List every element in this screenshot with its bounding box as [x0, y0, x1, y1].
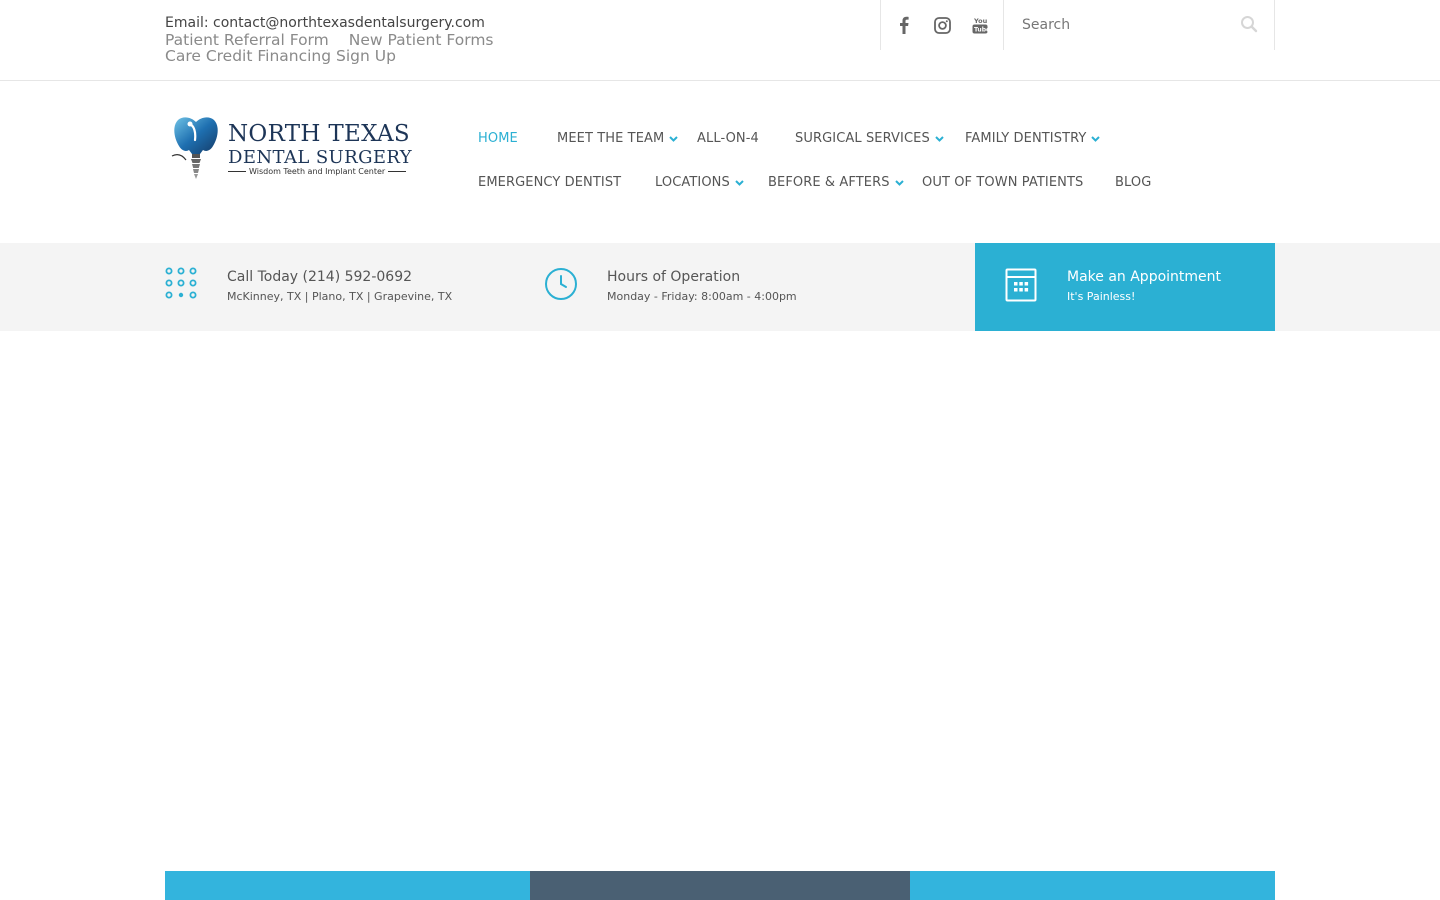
- email-text[interactable]: Email: contact@northtexasdentalsurgery.c…: [165, 15, 494, 32]
- nav-home-label: HOME: [478, 131, 518, 146]
- top-links-row-1: Patient Referral Form New Patient Forms: [165, 32, 494, 48]
- nav-surgical-services-label: SURGICAL SERVICES: [795, 131, 930, 146]
- logo-title-line-1: NORTH TEXAS: [228, 121, 410, 147]
- top-contact-area: Email: contact@northtexasdentalsurgery.c…: [165, 15, 494, 64]
- appointment-subtitle: It's Painless!: [1067, 290, 1136, 303]
- tagline-rule-left: [228, 171, 246, 172]
- hours-title: Hours of Operation: [607, 269, 741, 285]
- site-logo[interactable]: NORTH TEXAS DENTAL SURGERY Wisdom Teeth …: [170, 116, 415, 182]
- nav-locations-label: LOCATIONS: [655, 175, 730, 190]
- make-appointment-button[interactable]: Make an Appointment It's Painless!: [975, 243, 1275, 331]
- logo-tagline-text: Wisdom Teeth and Implant Center: [249, 167, 386, 176]
- top-bar: Email: contact@northtexasdentalsurgery.c…: [0, 0, 1440, 81]
- locations-text: McKinney, TX | Plano, TX | Grapevine, TX: [227, 290, 453, 303]
- search-input[interactable]: [1022, 12, 1222, 38]
- search-icon[interactable]: [1240, 15, 1260, 35]
- tooth-implant-logo-icon: [171, 117, 218, 179]
- nav-before-afters[interactable]: BEFORE & AFTERS: [768, 175, 904, 190]
- svg-text:You: You: [973, 17, 988, 25]
- top-links-row-2: Care Credit Financing Sign Up: [165, 48, 494, 64]
- svg-text:Tube: Tube: [974, 27, 988, 34]
- nav-all-on-4[interactable]: ALL-ON-4: [697, 131, 759, 146]
- nav-all-on-4-label: ALL-ON-4: [697, 131, 759, 146]
- clock-icon: [545, 268, 577, 300]
- facebook-icon[interactable]: [894, 15, 914, 35]
- bottom-feature-block-left: [165, 871, 530, 900]
- bottom-feature-block-right: [910, 871, 1275, 900]
- call-today-text[interactable]: Call Today (214) 592-0692: [227, 269, 412, 285]
- calendar-icon: [1005, 268, 1037, 302]
- nav-meet-the-team[interactable]: MEET THE TEAM: [557, 131, 679, 146]
- nav-family-dentistry-label: FAMILY DENTISTRY: [965, 131, 1087, 146]
- chevron-down-icon: [1091, 135, 1101, 142]
- chevron-down-icon: [669, 135, 679, 142]
- hours-text: Monday - Friday: 8:00am - 4:00pm: [607, 290, 797, 303]
- nav-blog[interactable]: BLOG: [1115, 175, 1151, 190]
- nav-home[interactable]: HOME: [478, 131, 518, 146]
- appointment-title: Make an Appointment: [1067, 269, 1222, 285]
- nav-out-of-town-patients[interactable]: OUT OF TOWN PATIENTS: [922, 175, 1083, 190]
- nav-blog-label: BLOG: [1115, 175, 1152, 190]
- nav-family-dentistry[interactable]: FAMILY DENTISTRY: [965, 131, 1101, 146]
- logo-title-line-2: DENTAL SURGERY: [228, 147, 413, 168]
- search-area: [1004, 0, 1275, 50]
- nav-surgical-services[interactable]: SURGICAL SERVICES: [795, 131, 944, 146]
- logo-tagline: Wisdom Teeth and Implant Center: [228, 167, 407, 176]
- chevron-down-icon: [894, 179, 904, 186]
- chevron-down-icon: [935, 135, 944, 142]
- social-links: You Tube: [880, 0, 1004, 50]
- nav-emergency-dentist-label: EMERGENCY DENTIST: [478, 175, 622, 190]
- nav-emergency-dentist[interactable]: EMERGENCY DENTIST: [478, 175, 621, 190]
- nav-locations[interactable]: LOCATIONS: [655, 175, 744, 190]
- instagram-icon[interactable]: [932, 15, 952, 35]
- tagline-rule-right: [388, 171, 407, 172]
- bottom-feature-block-middle: [530, 871, 910, 900]
- nav-before-afters-label: BEFORE & AFTERS: [768, 175, 890, 190]
- nav-out-of-town-patients-label: OUT OF TOWN PATIENTS: [922, 175, 1084, 190]
- care-credit-financing-link[interactable]: Care Credit Financing Sign Up: [165, 47, 396, 65]
- chevron-down-icon: [735, 179, 744, 186]
- dial-pad-icon: [165, 267, 197, 299]
- nav-meet-the-team-label: MEET THE TEAM: [557, 131, 665, 146]
- youtube-icon[interactable]: You Tube: [970, 15, 990, 35]
